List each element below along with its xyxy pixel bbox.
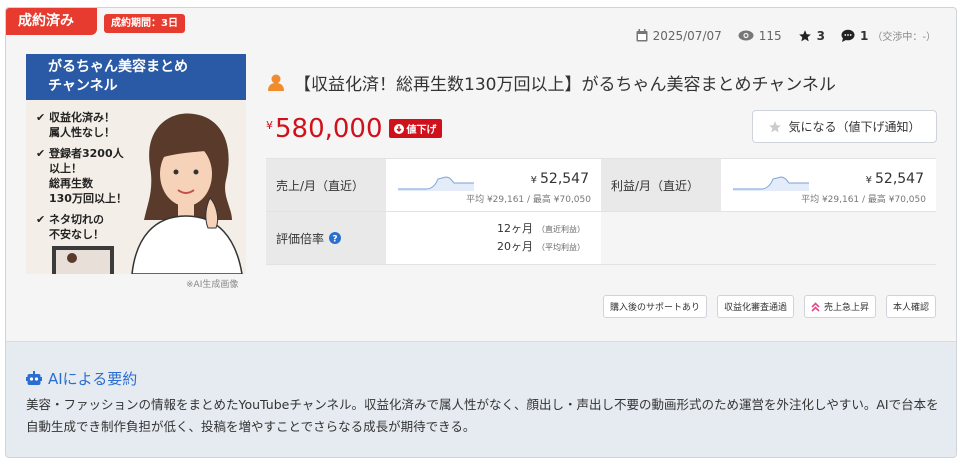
listing-title-text: 【収益化済！総再生数130万回以上】がるちゃん美容まとめチャンネル	[294, 75, 836, 95]
negotiation-status: （交渉中：-）	[872, 32, 936, 43]
profit-label: 利益/月（直近）	[601, 159, 721, 211]
point-text: ネタ切れの	[49, 213, 104, 226]
thumbnail-title-line2: チャンネル	[48, 78, 118, 94]
ai-image-note: ※AI生成画像	[186, 280, 239, 290]
price-value: 580,000	[275, 114, 383, 144]
point-text: 総再生数	[49, 177, 93, 190]
point-text: 収益化済み！	[49, 111, 115, 124]
price-down-label: 値下げ	[406, 125, 437, 136]
sales-amount: 52,547	[540, 171, 589, 187]
stats-row: 売上/月（直近） ¥52,547 平均 ¥29,161 / 最高 ¥70,050…	[266, 159, 936, 212]
date-text: 2025/07/07	[652, 28, 722, 43]
svg-text:?: ?	[332, 235, 337, 245]
thumbnail-point: ✔ ネタ切れの 不安なし！	[36, 213, 104, 241]
stats-row: 評価倍率 ? 12ヶ月 （直近利益） 20ヶ月 （平均利益）	[266, 212, 936, 265]
watch-label: 気になる（値下げ通知）	[788, 120, 921, 134]
profit-amount: 52,547	[875, 171, 924, 187]
arrow-down-circle-icon	[393, 123, 404, 134]
point-text: 以上！	[49, 162, 82, 175]
date-meta: 2025/07/07	[636, 29, 722, 43]
meta-row: 2025/07/07 115 3 1 （交渉中：-）	[620, 28, 936, 43]
price-block: ¥ 580,000 値下げ	[266, 114, 442, 144]
laptop-illustration	[52, 246, 114, 274]
tag-support[interactable]: 購入後のサポートあり	[602, 295, 707, 318]
point-text: 登録者3200人	[49, 147, 124, 160]
ai-summary-title: AIによる要約	[48, 370, 138, 388]
star-icon	[798, 29, 811, 41]
point-text: 属人性なし！	[49, 126, 115, 139]
thumbnail-points: ✔ 収益化済み！ 属人性なし！ ✔ 登録者3200人 以上！ 総再生数 130万回以上！ ✔…	[36, 110, 127, 248]
ai-summary-body: 美容・ファッションの情報をまとめたYouTubeチャンネル。収益化済みで属人性が…	[26, 397, 939, 434]
views-meta: 115	[738, 29, 782, 43]
tag-label: 本人確認	[892, 303, 929, 313]
listing-title[interactable]: 【収益化済！総再生数130万回以上】がるちゃん美容まとめチャンネル	[268, 70, 836, 95]
double-chevron-up-icon	[811, 301, 820, 312]
tag-label: 購入後のサポートあり	[609, 303, 700, 313]
stars-count: 3	[816, 28, 826, 43]
empty-cell	[601, 212, 936, 264]
sold-badge: 成約済み	[6, 8, 97, 35]
tag-label: 収益化審査通過	[723, 303, 787, 313]
price-currency: ¥	[266, 119, 273, 132]
multiple-line: 12ヶ月 （直近利益）	[386, 220, 585, 238]
profit-sparkline	[733, 176, 809, 191]
stats-table: 売上/月（直近） ¥52,547 平均 ¥29,161 / 最高 ¥70,050…	[266, 158, 936, 265]
sales-sub: 平均 ¥29,161 / 最高 ¥70,050	[466, 195, 591, 205]
eye-icon	[738, 30, 754, 41]
multiple-recent-note: （直近利益）	[537, 225, 585, 234]
point-text: 130万回以上！	[49, 192, 127, 205]
comment-icon	[841, 29, 855, 42]
listing-card[interactable]: 成約済み 成約期間：3日 2025/07/07 115 3 1 （交渉中：-） …	[5, 7, 957, 458]
price-down-badge: 値下げ	[388, 119, 442, 138]
views-count: 115	[758, 28, 782, 43]
multiple-cell: 12ヶ月 （直近利益） 20ヶ月 （平均利益）	[386, 212, 601, 264]
robot-icon	[26, 371, 42, 385]
sales-sparkline	[398, 176, 474, 191]
multiple-label: 評価倍率 ?	[266, 212, 386, 264]
profit-value: ¥52,547	[865, 171, 924, 187]
tag-monetization[interactable]: 収益化審査通過	[716, 295, 794, 318]
multiple-line: 20ヶ月 （平均利益）	[386, 238, 585, 256]
point-text: 不安なし！	[49, 228, 104, 241]
tag-label: 売上急上昇	[823, 303, 869, 313]
woman-illustration	[131, 113, 243, 274]
help-circle-icon[interactable]: ?	[329, 232, 342, 245]
watch-button[interactable]: 気になる（値下げ通知）	[752, 110, 937, 143]
profit-sub: 平均 ¥29,161 / 最高 ¥70,050	[801, 195, 926, 205]
ai-summary-heading: AIによる要約	[26, 368, 137, 389]
listing-thumbnail[interactable]: がるちゃん美容まとめ チャンネル ✔ 収益化済み！ 属人性なし！ ✔ 登録者3200人…	[26, 54, 246, 274]
star-outline-icon	[769, 120, 782, 132]
deal-period-badge: 成約期間：3日	[104, 14, 185, 33]
user-icon	[268, 74, 284, 91]
thumbnail-title-line1: がるちゃん美容まとめ	[48, 59, 188, 75]
tag-verified[interactable]: 本人確認	[885, 295, 936, 318]
sales-label: 売上/月（直近）	[266, 159, 386, 211]
comments-count: 1	[860, 28, 869, 43]
ai-summary-section: AIによる要約 美容・ファッションの情報をまとめたYouTubeチャンネル。収益…	[6, 341, 956, 457]
thumbnail-point: ✔ 登録者3200人 以上！ 総再生数 130万回以上！	[36, 147, 127, 205]
thumbnail-title: がるちゃん美容まとめ チャンネル	[26, 54, 246, 100]
sales-cell: ¥52,547 平均 ¥29,161 / 最高 ¥70,050	[386, 159, 601, 211]
tag-sales-surge[interactable]: 売上急上昇	[803, 295, 876, 318]
profit-cell: ¥52,547 平均 ¥29,161 / 最高 ¥70,050	[721, 159, 936, 211]
multiple-average: 20ヶ月	[497, 240, 533, 253]
calendar-icon	[636, 29, 648, 42]
multiple-average-note: （平均利益）	[537, 243, 585, 252]
sales-value: ¥52,547	[530, 171, 589, 187]
thumbnail-point: ✔ 収益化済み！ 属人性なし！	[36, 111, 115, 139]
tag-list: 購入後のサポートあり 収益化審査通過 売上急上昇 本人確認	[593, 295, 936, 318]
multiple-recent: 12ヶ月	[497, 222, 533, 235]
multiple-label-text: 評価倍率	[276, 231, 325, 246]
stars-meta[interactable]: 3	[798, 29, 825, 43]
comments-meta[interactable]: 1 （交渉中：-）	[841, 28, 936, 43]
